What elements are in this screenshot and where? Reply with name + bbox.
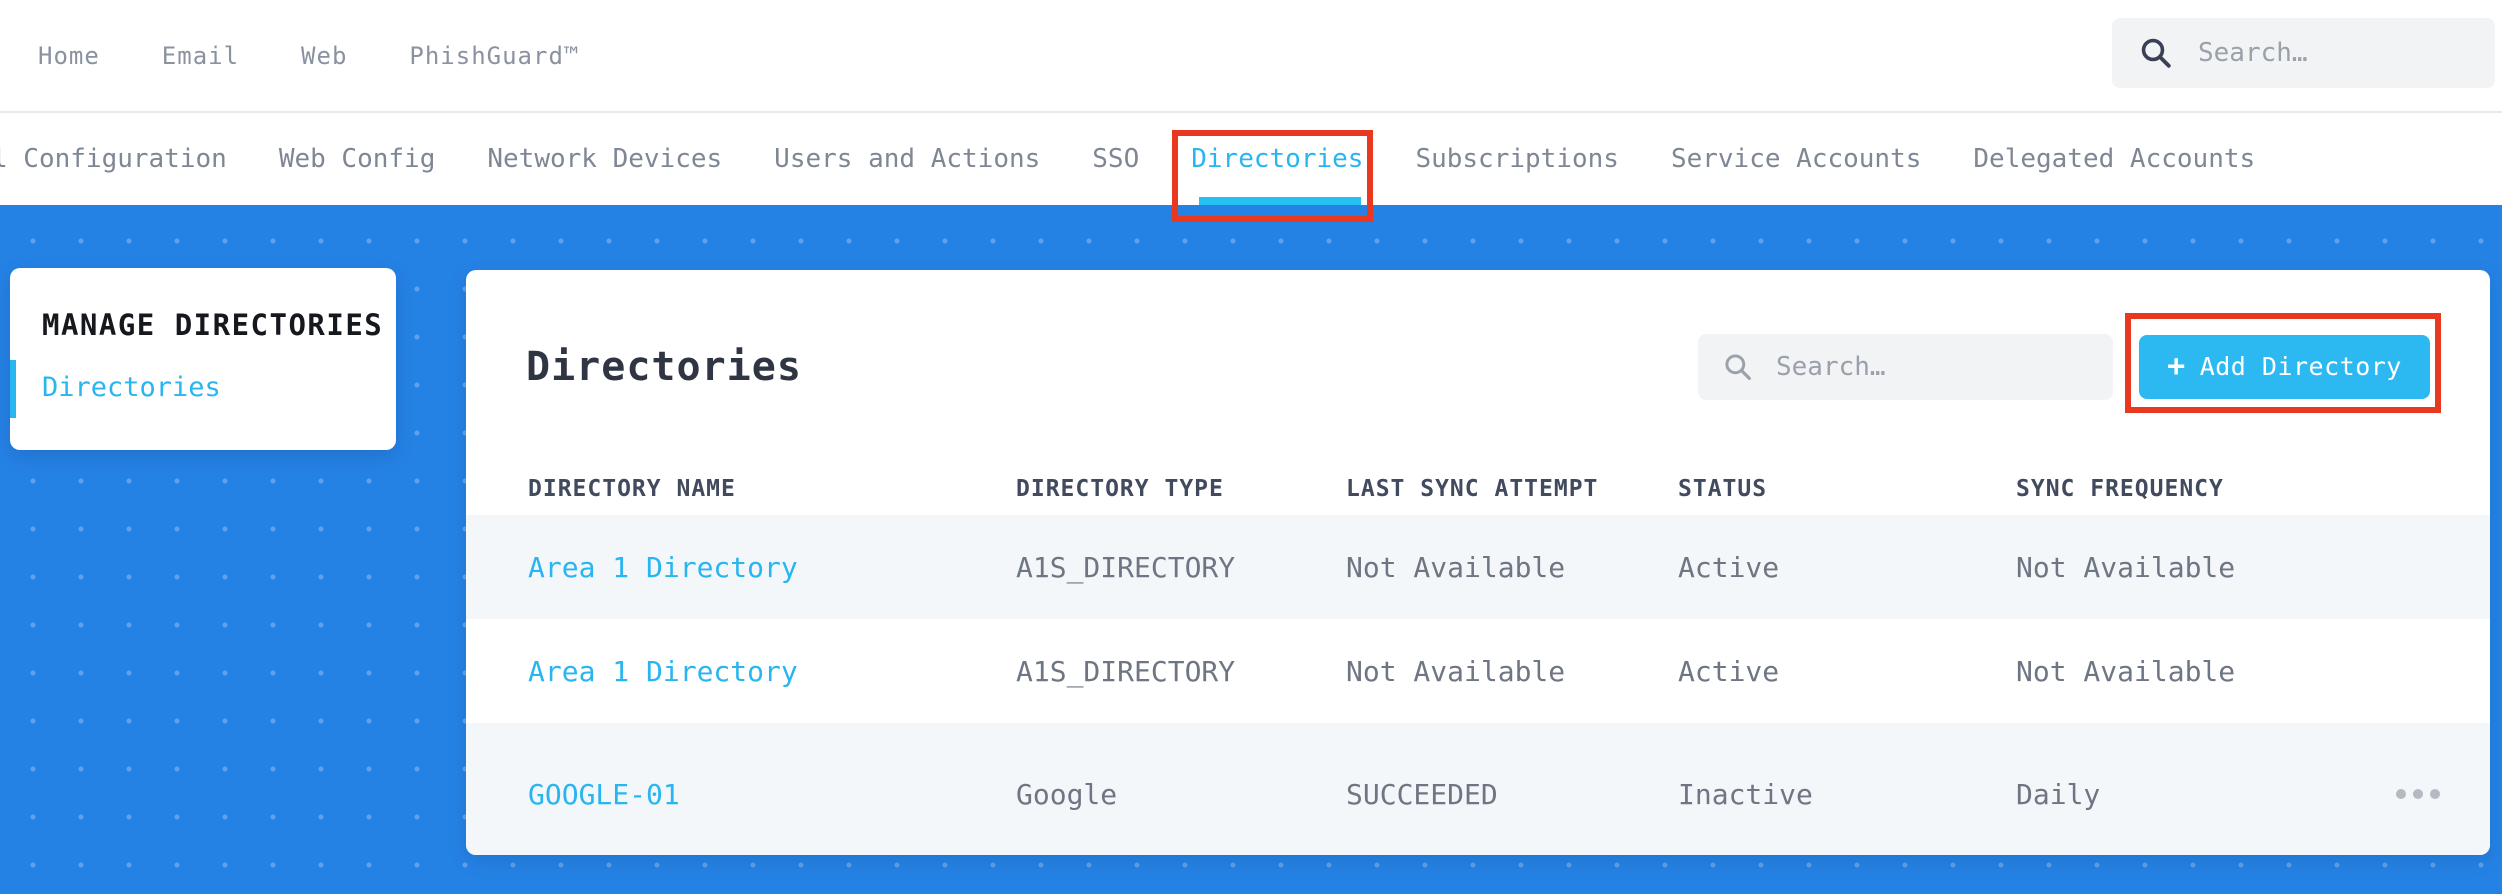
directory-type-cell: A1S_DIRECTORY <box>1016 550 1236 584</box>
column-header-sync-frequency: SYNC FREQUENCY <box>2016 476 2224 502</box>
tab-sso[interactable]: SSO <box>1092 113 1139 205</box>
topnav-items: Home Email Web PhishGuard™ <box>38 42 579 70</box>
topnav-item-phishguard[interactable]: PhishGuard™ <box>409 42 579 70</box>
tab-web-config[interactable]: Web Config <box>279 113 436 205</box>
add-directory-button-label: Add Directory <box>2199 352 2402 381</box>
top-navigation: Home Email Web PhishGuard™ <box>0 0 2502 113</box>
last-sync-attempt-cell: Not Available <box>1346 550 1566 584</box>
tab-directories[interactable]: Directories <box>1191 113 1363 205</box>
sync-frequency-cell: Daily <box>2016 777 2101 811</box>
table-row: Area 1 Directory A1S_DIRECTORY Not Availab… <box>466 515 2490 619</box>
manage-directories-card: MANAGE DIRECTORIES Directories <box>10 268 396 450</box>
table-body: Area 1 Directory A1S_DIRECTORY Not Availab… <box>466 515 2490 855</box>
tab-l-configuration[interactable]: l Configuration <box>0 113 227 205</box>
tab-network-devices[interactable]: Network Devices <box>487 113 722 205</box>
topnav-item-home[interactable]: Home <box>38 42 100 70</box>
card-heading: MANAGE DIRECTORIES <box>42 308 384 342</box>
directories-search-input[interactable] <box>1774 350 2113 383</box>
table-row: Area 1 Directory A1S_DIRECTORY Not Availab… <box>466 619 2490 723</box>
column-header-last-sync-attempt: LAST SYNC ATTEMPT <box>1346 476 1599 502</box>
table-header-row: DIRECTORY NAME DIRECTORY TYPE LAST SYNC AT… <box>466 463 2490 515</box>
topnav-item-email[interactable]: Email <box>162 42 239 70</box>
search-icon <box>2141 38 2171 68</box>
directories-search[interactable] <box>1698 333 2113 400</box>
directory-name-link[interactable]: Area 1 Directory <box>528 551 1016 584</box>
page-title: Directories <box>526 343 802 390</box>
tab-subscriptions[interactable]: Subscriptions <box>1415 113 1619 205</box>
directory-type-cell: A1S_DIRECTORY <box>1016 654 1236 688</box>
column-header-directory-type: DIRECTORY TYPE <box>1016 476 1224 502</box>
table-row: GOOGLE-01 Google SUCCEEDED Inactive Daily <box>466 723 2490 855</box>
search-icon <box>1725 353 1751 380</box>
plus-icon: + <box>2167 348 2186 384</box>
topnav-item-web[interactable]: Web <box>301 42 347 70</box>
status-cell: Inactive <box>1678 777 1813 811</box>
last-sync-attempt-cell: SUCCEEDED <box>1346 777 1498 811</box>
tab-service-accounts[interactable]: Service Accounts <box>1671 113 1921 205</box>
tab-users-and-actions[interactable]: Users and Actions <box>774 113 1040 205</box>
directory-name-link[interactable]: Area 1 Directory <box>528 655 1016 688</box>
sync-frequency-cell: Not Available <box>2016 654 2236 688</box>
directory-type-cell: Google <box>1016 777 1118 811</box>
status-cell: Active <box>1678 654 1780 688</box>
status-cell: Active <box>1678 550 1780 584</box>
last-sync-attempt-cell: Not Available <box>1346 654 1566 688</box>
directories-panel: Directories + Add Directory DIRECTORY NA… <box>466 270 2490 855</box>
sidebar-item-directories[interactable]: Directories <box>10 360 396 418</box>
panel-header: Directories + Add Directory <box>466 270 2490 463</box>
column-header-directory-name: DIRECTORY NAME <box>528 476 736 502</box>
global-search-input[interactable] <box>2196 37 2495 69</box>
settings-tabbar: l Configuration Web Config Network Devices… <box>0 113 2502 205</box>
tab-delegated-accounts[interactable]: Delegated Accounts <box>1973 113 2255 205</box>
add-directory-button[interactable]: + Add Directory <box>2139 334 2430 399</box>
global-search[interactable] <box>2112 18 2495 88</box>
directory-name-link[interactable]: GOOGLE-01 <box>528 778 1016 811</box>
column-header-status: STATUS <box>1678 476 1768 502</box>
row-actions <box>2371 789 2440 799</box>
row-menu-ellipsis-icon[interactable] <box>2371 789 2440 799</box>
content-area: MANAGE DIRECTORIES Directories Directori… <box>0 205 2502 894</box>
sync-frequency-cell: Not Available <box>2016 550 2236 584</box>
